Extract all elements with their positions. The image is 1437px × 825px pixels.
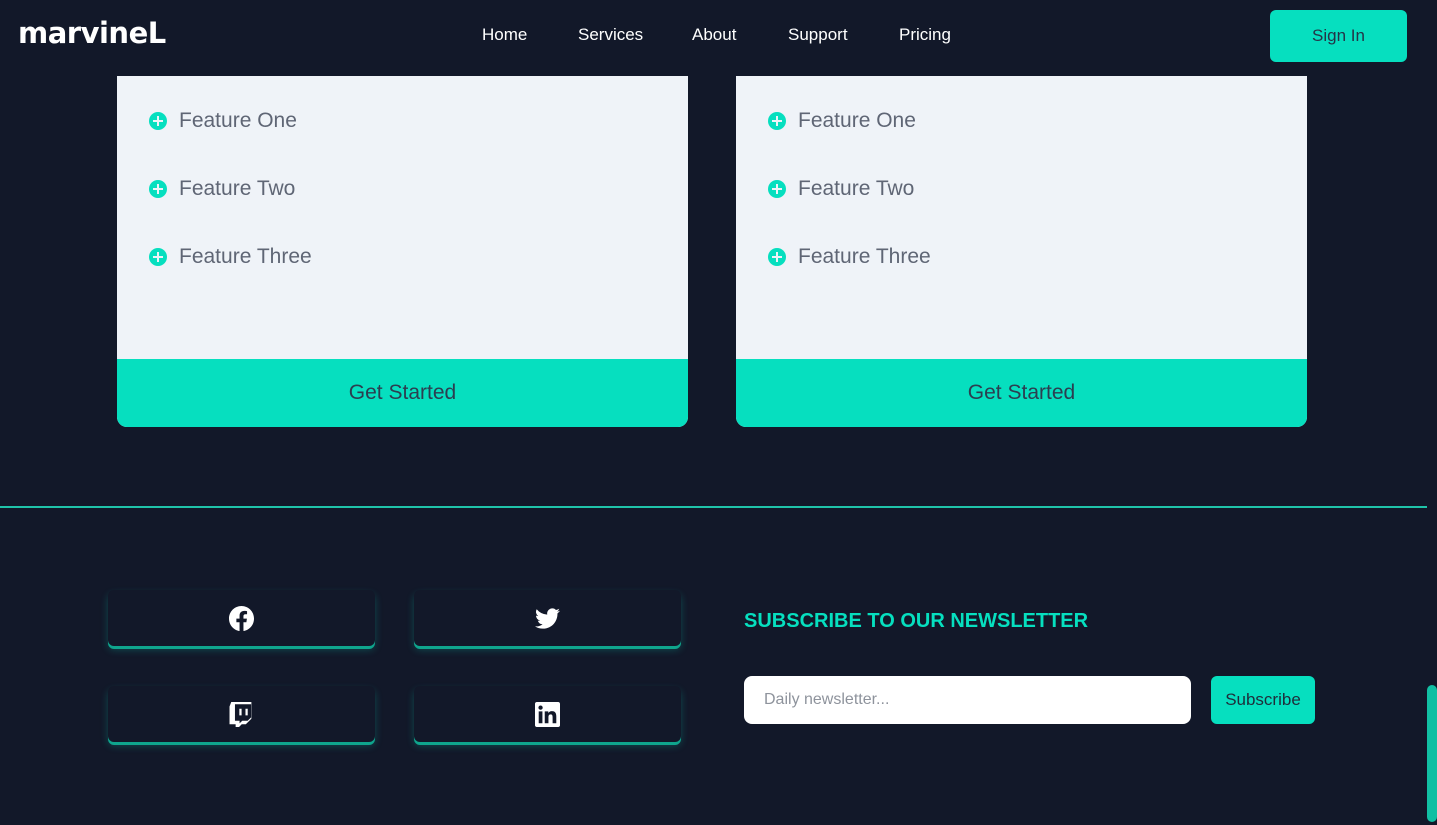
feature-label: Feature Three (798, 245, 931, 268)
get-started-button[interactable]: Get Started (736, 359, 1307, 427)
feature-item: Feature Three (149, 245, 312, 269)
facebook-link[interactable] (108, 590, 375, 646)
facebook-icon (229, 605, 254, 631)
main-nav: Home Services About Support Pricing (0, 25, 1427, 47)
feature-item: Feature One (768, 109, 916, 133)
nav-link-services[interactable]: Services (578, 25, 643, 45)
feature-item: Feature Two (149, 177, 295, 201)
plus-circle-icon (149, 248, 167, 266)
twitter-icon (535, 607, 560, 629)
navbar: marvineL Home Services About Support Pri… (0, 0, 1427, 76)
twitter-link[interactable] (414, 590, 681, 646)
scrollbar-thumb[interactable] (1427, 685, 1437, 822)
linkedin-icon (535, 701, 560, 727)
twitch-icon (229, 701, 252, 727)
sign-in-button[interactable]: Sign In (1270, 10, 1407, 62)
nav-link-support[interactable]: Support (788, 25, 848, 45)
feature-item: Feature Three (768, 245, 931, 269)
plus-circle-icon (768, 248, 786, 266)
feature-label: Feature Three (179, 245, 312, 268)
nav-link-about[interactable]: About (692, 25, 736, 45)
feature-label: Feature Two (798, 177, 915, 200)
nav-link-home[interactable]: Home (482, 25, 527, 45)
plus-circle-icon (768, 180, 786, 198)
plus-circle-icon (768, 112, 786, 130)
feature-label: Feature Two (179, 177, 296, 200)
feature-label: Feature One (798, 109, 916, 132)
newsletter-title: SUBSCRIBE TO OUR NEWSLETTER (744, 610, 1089, 632)
twitch-link[interactable] (108, 686, 375, 742)
linkedin-link[interactable] (414, 686, 681, 742)
feature-item: Feature Two (768, 177, 914, 201)
pricing-card: Feature One Feature Two Feature Three Ge… (736, 76, 1307, 427)
feature-label: Feature One (179, 109, 297, 132)
footer-divider (0, 506, 1427, 508)
newsletter-email-input[interactable] (744, 676, 1191, 724)
feature-item: Feature One (149, 109, 297, 133)
subscribe-button[interactable]: Subscribe (1211, 676, 1315, 724)
nav-link-pricing[interactable]: Pricing (899, 25, 951, 45)
plus-circle-icon (149, 112, 167, 130)
plus-circle-icon (149, 180, 167, 198)
pricing-card: Feature One Feature Two Feature Three Ge… (117, 76, 688, 427)
get-started-button[interactable]: Get Started (117, 359, 688, 427)
